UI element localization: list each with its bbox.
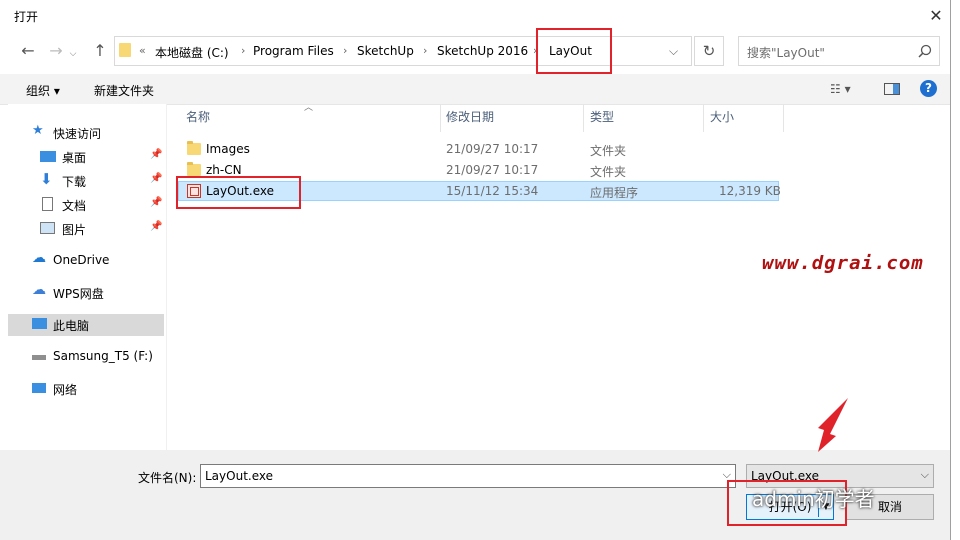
wechat-watermark: admin初学者 bbox=[752, 487, 875, 511]
sidebar-item-desktop[interactable]: 桌面 📌 bbox=[8, 146, 164, 168]
column-divider[interactable] bbox=[583, 104, 584, 132]
file-size: 12,319 KB bbox=[719, 184, 781, 198]
sidebar-item-label: 图片 bbox=[62, 223, 87, 237]
background-window-edge bbox=[951, 0, 960, 540]
title-bar: 打开 ✕ bbox=[0, 0, 950, 32]
network-icon bbox=[32, 383, 46, 393]
column-header-date[interactable]: 修改日期 bbox=[446, 108, 494, 132]
cloud-icon: ☁ bbox=[32, 250, 46, 266]
breadcrumb-item[interactable]: SketchUp bbox=[357, 44, 414, 58]
breadcrumb-item[interactable]: SketchUp 2016 bbox=[437, 44, 528, 58]
file-type: 文件夹 bbox=[590, 144, 627, 158]
new-folder-button[interactable]: 新建文件夹 bbox=[94, 82, 154, 99]
breadcrumb-item[interactable]: 本地磁盘 (C:) bbox=[155, 44, 229, 61]
sidebar-item-label: 快速访问 bbox=[53, 127, 102, 141]
sidebar-item-label: 桌面 bbox=[62, 151, 87, 165]
search-icon[interactable] bbox=[918, 44, 932, 58]
folder-icon bbox=[187, 162, 201, 176]
preview-pane-icon[interactable] bbox=[884, 83, 900, 95]
column-header-size[interactable]: 大小 bbox=[710, 108, 734, 132]
pane-splitter[interactable] bbox=[166, 104, 167, 450]
sort-up-icon: ︿ bbox=[304, 103, 314, 113]
column-divider[interactable] bbox=[440, 104, 441, 132]
sidebar-item-downloads[interactable]: ⬇ 下载 📌 bbox=[8, 170, 164, 192]
folder-icon bbox=[187, 141, 201, 155]
forward-arrow-icon[interactable]: → bbox=[44, 40, 68, 62]
recent-chevron-icon[interactable]: ⌵ bbox=[66, 40, 80, 62]
file-type: 应用程序 bbox=[590, 186, 639, 200]
pin-icon[interactable]: 📌 bbox=[150, 149, 162, 160]
sidebar-item-pictures[interactable]: 图片 📌 bbox=[8, 218, 164, 240]
sidebar-item-label: WPS网盘 bbox=[53, 287, 104, 301]
annotation-arrow-icon bbox=[818, 398, 848, 452]
breadcrumb-separator-icon: › bbox=[343, 44, 348, 57]
column-divider[interactable] bbox=[783, 104, 784, 132]
pin-icon[interactable]: 📌 bbox=[150, 197, 162, 208]
breadcrumb-separator-icon: › bbox=[241, 44, 246, 57]
open-file-dialog: 打开 ✕ ← → ⌵ ↑ « 本地磁盘 (C:) › Program Files… bbox=[0, 0, 951, 540]
column-header-name[interactable]: 名称 bbox=[186, 108, 210, 132]
computer-icon bbox=[32, 318, 47, 329]
sidebar-item-label: Samsung_T5 (F:) bbox=[53, 349, 153, 363]
column-divider[interactable] bbox=[703, 104, 704, 132]
file-date: 21/09/27 10:17 bbox=[446, 163, 539, 177]
sidebar-item-label: 此电脑 bbox=[53, 319, 90, 333]
window-title: 打开 bbox=[14, 10, 39, 24]
organize-menu[interactable]: 组织 ▾ bbox=[26, 82, 60, 99]
help-icon[interactable]: ? bbox=[920, 80, 937, 97]
sidebar-item-label: 网络 bbox=[53, 383, 78, 397]
file-row-images[interactable]: Images 21/09/27 10:17 文件夹 bbox=[178, 140, 779, 160]
navigation-pane: ★ 快速访问 桌面 📌 ⬇ 下载 📌 文档 📌 图片 📌 ☁ OneDrive bbox=[8, 104, 166, 450]
document-icon bbox=[42, 197, 53, 211]
file-date: 15/11/12 15:34 bbox=[446, 184, 539, 198]
column-header-type[interactable]: 类型 bbox=[590, 108, 614, 132]
sidebar-item-documents[interactable]: 文档 📌 bbox=[8, 194, 164, 216]
sidebar-item-network[interactable]: 网络 bbox=[8, 378, 164, 400]
close-icon[interactable]: ✕ bbox=[922, 4, 950, 28]
highlight-box-address bbox=[536, 28, 612, 74]
site-watermark: www.dgrai.com bbox=[762, 252, 924, 274]
sidebar-item-samsung-t5[interactable]: Samsung_T5 (F:) bbox=[8, 346, 164, 368]
sidebar-item-this-pc[interactable]: 此电脑 bbox=[8, 314, 164, 336]
view-options-icon[interactable]: ☷ ▾ bbox=[830, 82, 851, 96]
chevron-down-icon[interactable]: ⌵ bbox=[921, 468, 929, 482]
sidebar-item-label: OneDrive bbox=[53, 253, 110, 267]
sidebar-item-label: 文档 bbox=[62, 199, 87, 213]
command-bar: 组织 ▾ 新建文件夹 ☷ ▾ ? bbox=[0, 74, 950, 105]
file-name: Images bbox=[206, 142, 250, 156]
address-dropdown-icon[interactable]: ⌵ bbox=[669, 44, 678, 59]
breadcrumb-item[interactable]: Program Files bbox=[253, 44, 334, 58]
drive-icon bbox=[32, 355, 46, 360]
filename-combobox[interactable]: LayOut.exe ⌵ bbox=[200, 464, 736, 488]
back-arrow-icon[interactable]: ← bbox=[16, 40, 40, 62]
file-name: zh-CN bbox=[206, 163, 242, 177]
search-box[interactable]: 搜索"LayOut" bbox=[738, 36, 940, 66]
highlight-box-file bbox=[176, 176, 301, 209]
star-icon: ★ bbox=[32, 123, 44, 138]
file-date: 21/09/27 10:17 bbox=[446, 142, 539, 156]
up-arrow-icon[interactable]: ↑ bbox=[88, 40, 112, 62]
pin-icon[interactable]: 📌 bbox=[150, 221, 162, 232]
picture-icon bbox=[40, 222, 55, 234]
file-type: 文件夹 bbox=[590, 165, 627, 179]
breadcrumb-separator-icon: › bbox=[423, 44, 428, 57]
download-icon: ⬇ bbox=[40, 170, 53, 188]
sidebar-item-onedrive[interactable]: ☁ OneDrive bbox=[8, 250, 164, 272]
cloud-drive-icon: ☁ bbox=[32, 282, 46, 298]
filename-label: 文件名(N): bbox=[138, 471, 197, 485]
sidebar-item-label: 下载 bbox=[62, 175, 87, 189]
pin-icon[interactable]: 📌 bbox=[150, 173, 162, 184]
desktop-icon bbox=[40, 151, 56, 162]
search-input[interactable]: 搜索"LayOut" bbox=[747, 44, 825, 61]
sidebar-item-wps-drive[interactable]: ☁ WPS网盘 bbox=[8, 282, 164, 304]
folder-icon bbox=[119, 43, 131, 57]
refresh-icon[interactable]: ↻ bbox=[694, 36, 724, 66]
filename-input[interactable]: LayOut.exe bbox=[205, 469, 273, 483]
breadcrumb-overflow[interactable]: « bbox=[139, 44, 146, 57]
sidebar-item-quick-access[interactable]: ★ 快速访问 bbox=[8, 122, 164, 144]
